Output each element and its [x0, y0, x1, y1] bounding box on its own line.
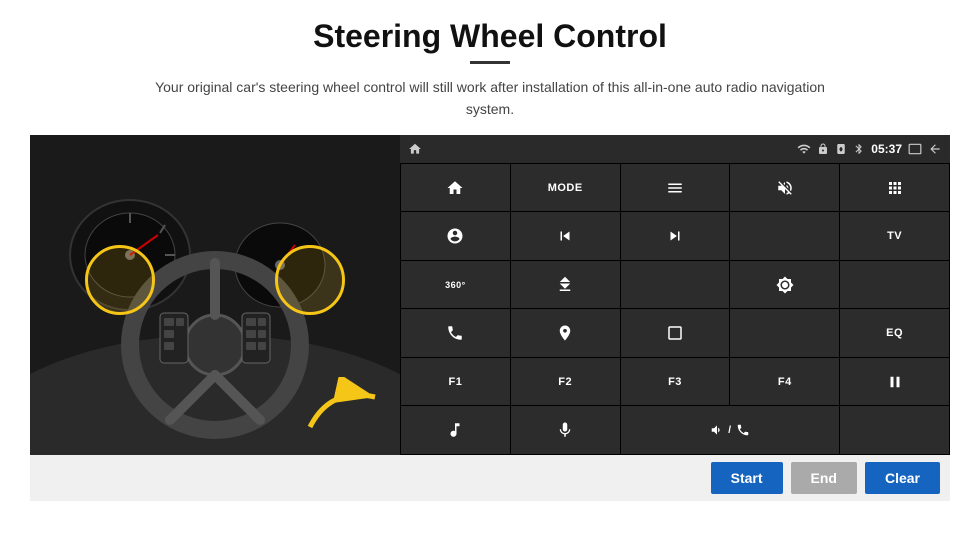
wifi-icon: [797, 142, 811, 156]
btn-f2[interactable]: F1: [401, 358, 510, 406]
page-title: Steering Wheel Control: [313, 18, 667, 55]
btn-radio[interactable]: [621, 261, 730, 309]
home-status-icon: [408, 142, 422, 156]
btn-eq[interactable]: [730, 309, 839, 357]
radio-panel: 05:37 MODE: [400, 135, 950, 455]
button-grid: MODE: [400, 163, 950, 455]
btn-mode[interactable]: MODE: [511, 164, 620, 212]
btn-f3[interactable]: F2: [511, 358, 620, 406]
btn-phone[interactable]: [401, 309, 510, 357]
title-divider: [470, 61, 510, 64]
empty-cell: [840, 406, 949, 454]
status-bar: 05:37: [400, 135, 950, 163]
bottom-bar: Start End Clear: [30, 455, 950, 501]
highlight-circle-left: [85, 245, 155, 315]
btn-list[interactable]: [621, 164, 730, 212]
btn-eject[interactable]: [511, 261, 620, 309]
sim-icon: [835, 143, 847, 155]
highlight-circle-right: [275, 245, 345, 315]
btn-screen-ratio[interactable]: [621, 309, 730, 357]
btn-music[interactable]: [401, 406, 510, 454]
btn-mute[interactable]: [730, 164, 839, 212]
arrow-icon: [300, 377, 390, 437]
btn-brightness[interactable]: [730, 261, 839, 309]
btn-tv[interactable]: [730, 212, 839, 260]
status-left-icons: [408, 142, 422, 156]
start-button[interactable]: Start: [711, 462, 783, 494]
btn-settings[interactable]: [401, 212, 510, 260]
btn-360[interactable]: 360°: [401, 261, 510, 309]
screen-icon: [908, 142, 922, 156]
content-row: 05:37 MODE: [30, 135, 950, 455]
btn-media[interactable]: TV: [840, 212, 949, 260]
btn-navi[interactable]: [511, 309, 620, 357]
btn-dvd[interactable]: [840, 261, 949, 309]
status-right-icons: 05:37: [797, 142, 942, 156]
btn-vol-phone[interactable]: /: [621, 406, 840, 454]
btn-next[interactable]: [621, 212, 730, 260]
btn-apps[interactable]: [840, 164, 949, 212]
car-image-area: [30, 135, 400, 455]
btn-f1[interactable]: EQ: [840, 309, 949, 357]
btn-play-pause[interactable]: [840, 358, 949, 406]
bluetooth-icon: [853, 143, 865, 155]
end-button[interactable]: End: [791, 462, 857, 494]
btn-prev[interactable]: [511, 212, 620, 260]
btn-home[interactable]: [401, 164, 510, 212]
back-icon: [928, 142, 942, 156]
lock-icon: [817, 143, 829, 155]
btn-f5[interactable]: F4: [730, 358, 839, 406]
page-subtitle: Your original car's steering wheel contr…: [140, 76, 840, 121]
btn-f4[interactable]: F3: [621, 358, 730, 406]
clear-button[interactable]: Clear: [865, 462, 940, 494]
btn-mic[interactable]: [511, 406, 620, 454]
status-time: 05:37: [871, 142, 902, 156]
